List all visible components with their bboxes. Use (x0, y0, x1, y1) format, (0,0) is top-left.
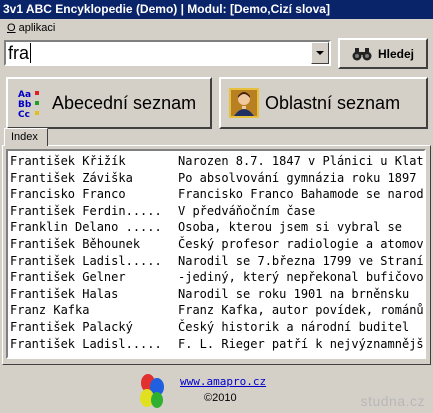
entry-name: František Záviška (10, 170, 133, 185)
list-item[interactable]: Franklin Delano ..... Osoba, kterou jsem … (8, 219, 424, 236)
alphabetical-list-button[interactable]: Aa Bb Cc Abecední seznam (6, 77, 212, 129)
list-item[interactable]: František Křižík Narozen 8.7. 1847 v Plán… (8, 153, 424, 170)
entry-desc: Po absolvování gymnázia roku 1897 (178, 170, 417, 185)
search-button[interactable]: Hledej (338, 38, 428, 69)
entry-name: František Palacký (10, 319, 133, 334)
entry-desc: Český historik a národní buditel (178, 319, 410, 334)
entries-list[interactable]: František Křižík Narozen 8.7. 1847 v Plán… (6, 149, 426, 359)
svg-text:Bb: Bb (18, 100, 32, 110)
menu-bar: O aplikaci (0, 19, 433, 37)
copyright-text: ©2010 (204, 392, 237, 404)
menu-item-label: aplikaci (15, 22, 56, 34)
entry-name: František Gelner (10, 270, 126, 285)
list-item[interactable]: Franz Kafka Franz Kafka, autor povídek, r… (8, 302, 424, 319)
entry-desc: F. L. Rieger patří k nejvýznamnějším (178, 336, 424, 351)
list-item[interactable]: František Běhounek Český profesor radiolo… (8, 236, 424, 253)
entry-name: František Běhounek (10, 236, 141, 251)
entry-desc: Narodil se roku 1901 na brněnsku (178, 286, 410, 301)
portrait-icon (229, 88, 259, 118)
area-list-button[interactable]: Oblastní seznam (219, 77, 428, 129)
window-title: 3v1 ABC Encyklopedie (Demo) | Modul: [De… (0, 0, 433, 19)
entry-name: Francisko Franco (10, 187, 126, 202)
menu-accel-key: O (7, 22, 16, 34)
svg-text:Cc: Cc (18, 110, 30, 118)
list-item[interactable]: František Ladisl..... Narodil se 7.března… (8, 253, 424, 270)
search-button-label: Hledej (377, 46, 414, 61)
entry-name: František Ladisl..... (10, 336, 162, 351)
entry-desc: -jediný, který nepřekonal bufičovo (178, 270, 424, 285)
entry-desc: Francisko Franco Bahamode se narodil (178, 187, 424, 202)
entry-desc: Narodil se 7.března 1799 ve Straníku (178, 253, 424, 268)
entry-name: František Křižík (10, 154, 126, 168)
menu-item-about[interactable]: O aplikaci (7, 19, 55, 37)
entry-name: František Ladisl..... (10, 253, 162, 268)
website-link[interactable]: www.amapro.cz (180, 375, 266, 388)
tab-index[interactable]: Index (4, 128, 48, 146)
entry-name: František Halas (10, 286, 119, 301)
abc-icon: Aa Bb Cc (16, 88, 46, 118)
amapro-logo (140, 374, 164, 408)
list-item[interactable]: František Halas Narodil se roku 1901 na b… (8, 286, 424, 303)
entry-name: Franklin Delano ..... (10, 220, 162, 235)
list-item[interactable]: František Ferdin..... V předváňočním čase (8, 203, 424, 220)
binoculars-icon (352, 47, 372, 60)
entry-desc: V předváňočním čase (178, 203, 316, 218)
search-input[interactable]: fra (8, 43, 32, 63)
list-item[interactable]: František Gelner -jediný, který nepřekona… (8, 269, 424, 286)
area-list-label: Oblastní seznam (265, 92, 401, 113)
chevron-down-icon (316, 51, 324, 55)
list-item[interactable]: Francisko Franco Francisko Franco Bahamod… (8, 186, 424, 203)
list-item[interactable]: František Palacký Český historik a národn… (8, 319, 424, 336)
entry-desc: Osoba, kterou jsem si vybral se (178, 220, 402, 235)
entry-desc: Narozen 8.7. 1847 v Plánici u Klatov (178, 154, 424, 168)
alphabetical-list-label: Abecední seznam (52, 92, 197, 113)
search-combobox[interactable]: fra (4, 40, 331, 66)
entry-desc: Český profesor radiologie a atomové (178, 236, 424, 251)
entry-name: Franz Kafka (10, 303, 90, 318)
entry-name: František Ferdin..... (10, 203, 162, 218)
list-item[interactable]: František Ladisl..... F. L. Rieger patří … (8, 336, 424, 353)
svg-text:Aa: Aa (18, 90, 31, 100)
entry-desc: Franz Kafka, autor povídek, románů (178, 303, 424, 318)
list-item[interactable]: František Záviška Po absolvování gymnázia… (8, 170, 424, 187)
watermark: studna.cz (360, 393, 425, 409)
dropdown-button[interactable] (311, 42, 329, 64)
